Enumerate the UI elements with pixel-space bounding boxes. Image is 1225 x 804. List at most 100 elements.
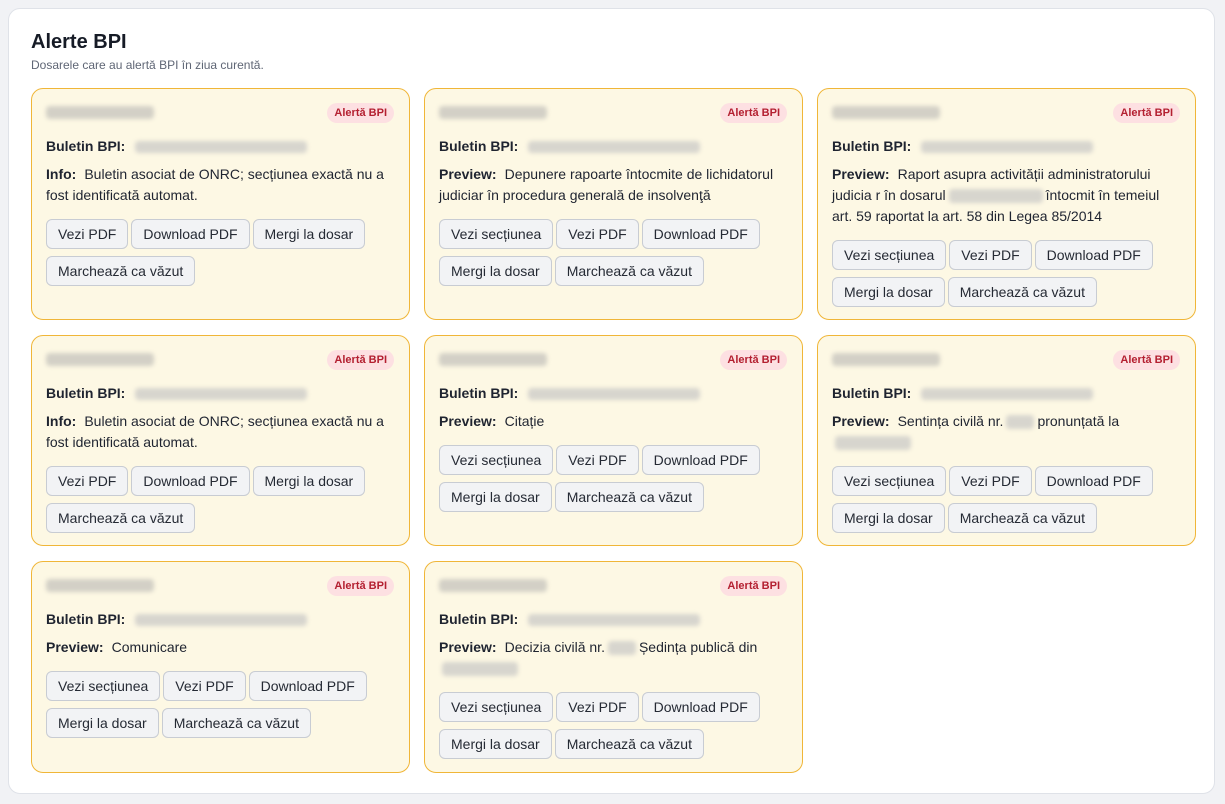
mark-as-seen-button[interactable]: Marchează ca văzut [46,503,196,533]
sentence-number-redacted [1006,415,1035,430]
description-label: Preview: [439,166,497,182]
alert-description: Preview: Depunere rapoarte întocmite de l… [439,164,789,206]
bulletin-number-redacted [135,141,308,154]
bulletin-label: Buletin BPI: [46,138,126,154]
bulletin-number-redacted [135,614,308,627]
card-actions: Vezi secțiunea Vezi PDF Download PDF Mergi … [439,445,799,519]
view-pdf-button[interactable]: Vezi PDF [46,219,129,249]
alert-badge: Alertă BPI [1113,103,1180,123]
description-label: Info: [46,166,77,182]
download-pdf-button[interactable]: Download PDF [641,692,760,722]
view-section-button[interactable]: Vezi secțiunea [46,671,161,701]
view-section-button[interactable]: Vezi secțiunea [439,219,554,249]
mark-as-seen-button[interactable]: Marchează ca văzut [554,729,704,759]
description-text: Citație [504,413,545,429]
bulletin-label: Buletin BPI: [46,611,126,627]
bpi-alerts-panel: Alerte BPI Dosarele care au alertă BPI î… [8,8,1215,794]
mark-as-seen-button[interactable]: Marchează ca văzut [161,708,311,738]
download-pdf-button[interactable]: Download PDF [248,671,367,701]
download-pdf-button[interactable]: Download PDF [641,445,760,475]
card-actions: Vezi secțiunea Vezi PDF Download PDF Mergi … [832,240,1192,314]
view-pdf-button[interactable]: Vezi PDF [556,692,639,722]
description-text: Buletin asociat de ONRC; secțiunea exact… [46,413,384,450]
alert-badge: Alertă BPI [720,576,787,596]
description-label: Preview: [439,413,497,429]
bulletin-label: Buletin BPI: [439,611,519,627]
download-pdf-button[interactable]: Download PDF [131,219,250,249]
case-number-redacted [948,189,1043,204]
mark-as-seen-button[interactable]: Marchează ca văzut [947,277,1097,307]
case-number-redacted [439,106,547,119]
page-subtitle: Dosarele care au alertă BPI în ziua cure… [31,58,264,72]
card-actions: Vezi secțiunea Vezi PDF Download PDF Mergi … [46,671,406,745]
bulletin-label: Buletin BPI: [832,138,912,154]
go-to-case-button[interactable]: Mergi la dosar [439,729,552,759]
card-actions: Vezi PDF Download PDF Mergi la dosar Marche… [46,219,406,293]
bulletin-label: Buletin BPI: [439,138,519,154]
bulletin-row: Buletin BPI: [439,138,701,154]
mark-as-seen-button[interactable]: Marchează ca văzut [554,482,704,512]
bulletin-number-redacted [528,388,701,401]
view-pdf-button[interactable]: Vezi PDF [556,445,639,475]
case-number-redacted [439,579,547,592]
go-to-case-button[interactable]: Mergi la dosar [832,277,945,307]
bulletin-row: Buletin BPI: [46,138,308,154]
go-to-case-button[interactable]: Mergi la dosar [46,708,159,738]
go-to-case-button[interactable]: Mergi la dosar [252,219,366,249]
view-section-button[interactable]: Vezi secțiunea [832,240,947,270]
bulletin-row: Buletin BPI: [439,611,701,627]
bulletin-number-redacted [528,141,701,154]
go-to-case-button[interactable]: Mergi la dosar [252,466,366,496]
alert-description: Preview: Citație [439,411,789,432]
download-pdf-button[interactable]: Download PDF [131,466,250,496]
alert-card: Alertă BPI Buletin BPI: Preview: Citație … [424,335,803,546]
description-text-continued: Ședința publică din [638,639,758,655]
alert-card: Alertă BPI Buletin BPI: Preview: Comunica… [31,561,410,773]
alert-card: Alertă BPI Buletin BPI: Preview: Sentința… [817,335,1196,546]
description-label: Preview: [46,639,104,655]
go-to-case-button[interactable]: Mergi la dosar [439,482,552,512]
description-label: Preview: [439,639,497,655]
go-to-case-button[interactable]: Mergi la dosar [439,256,552,286]
alert-badge: Alertă BPI [327,576,394,596]
download-pdf-button[interactable]: Download PDF [1034,466,1153,496]
alert-description: Info: Buletin asociat de ONRC; secțiunea … [46,411,396,453]
alert-badge: Alertă BPI [720,350,787,370]
mark-as-seen-button[interactable]: Marchează ca văzut [554,256,704,286]
download-pdf-button[interactable]: Download PDF [1034,240,1153,270]
alert-card: Alertă BPI Buletin BPI: Preview: Decizia … [424,561,803,773]
alert-description: Preview: Raport asupra activității admini… [832,164,1182,227]
alert-description: Info: Buletin asociat de ONRC; secțiunea … [46,164,396,206]
view-pdf-button[interactable]: Vezi PDF [556,219,639,249]
go-to-case-button[interactable]: Mergi la dosar [832,503,945,533]
view-section-button[interactable]: Vezi secțiunea [832,466,947,496]
view-pdf-button[interactable]: Vezi PDF [46,466,129,496]
view-pdf-button[interactable]: Vezi PDF [163,671,246,701]
alert-description: Preview: Comunicare [46,637,396,658]
view-section-button[interactable]: Vezi secțiunea [439,692,554,722]
mark-as-seen-button[interactable]: Marchează ca văzut [947,503,1097,533]
bulletin-number-redacted [921,388,1094,401]
alert-badge: Alertă BPI [720,103,787,123]
view-section-button[interactable]: Vezi secțiunea [439,445,554,475]
view-pdf-button[interactable]: Vezi PDF [949,240,1032,270]
date-redacted [442,662,518,677]
date-redacted [835,436,911,451]
description-label: Info: [46,413,77,429]
alert-description: Preview: Sentința civilă nr. pronunțată la [832,411,1182,453]
case-number-redacted [832,106,940,119]
bulletin-number-redacted [135,388,308,401]
bulletin-row: Buletin BPI: [46,611,308,627]
bulletin-row: Buletin BPI: [832,138,1094,154]
decision-number-redacted [607,641,636,656]
bulletin-number-redacted [921,141,1094,154]
view-pdf-button[interactable]: Vezi PDF [949,466,1032,496]
bulletin-label: Buletin BPI: [439,385,519,401]
mark-as-seen-button[interactable]: Marchează ca văzut [46,256,196,286]
description-text: Decizia civilă nr. [504,639,605,655]
case-number-redacted [439,353,547,366]
card-actions: Vezi PDF Download PDF Mergi la dosar Marche… [46,466,406,540]
description-label: Preview: [832,166,890,182]
download-pdf-button[interactable]: Download PDF [641,219,760,249]
card-actions: Vezi secțiunea Vezi PDF Download PDF Mergi … [832,466,1192,540]
